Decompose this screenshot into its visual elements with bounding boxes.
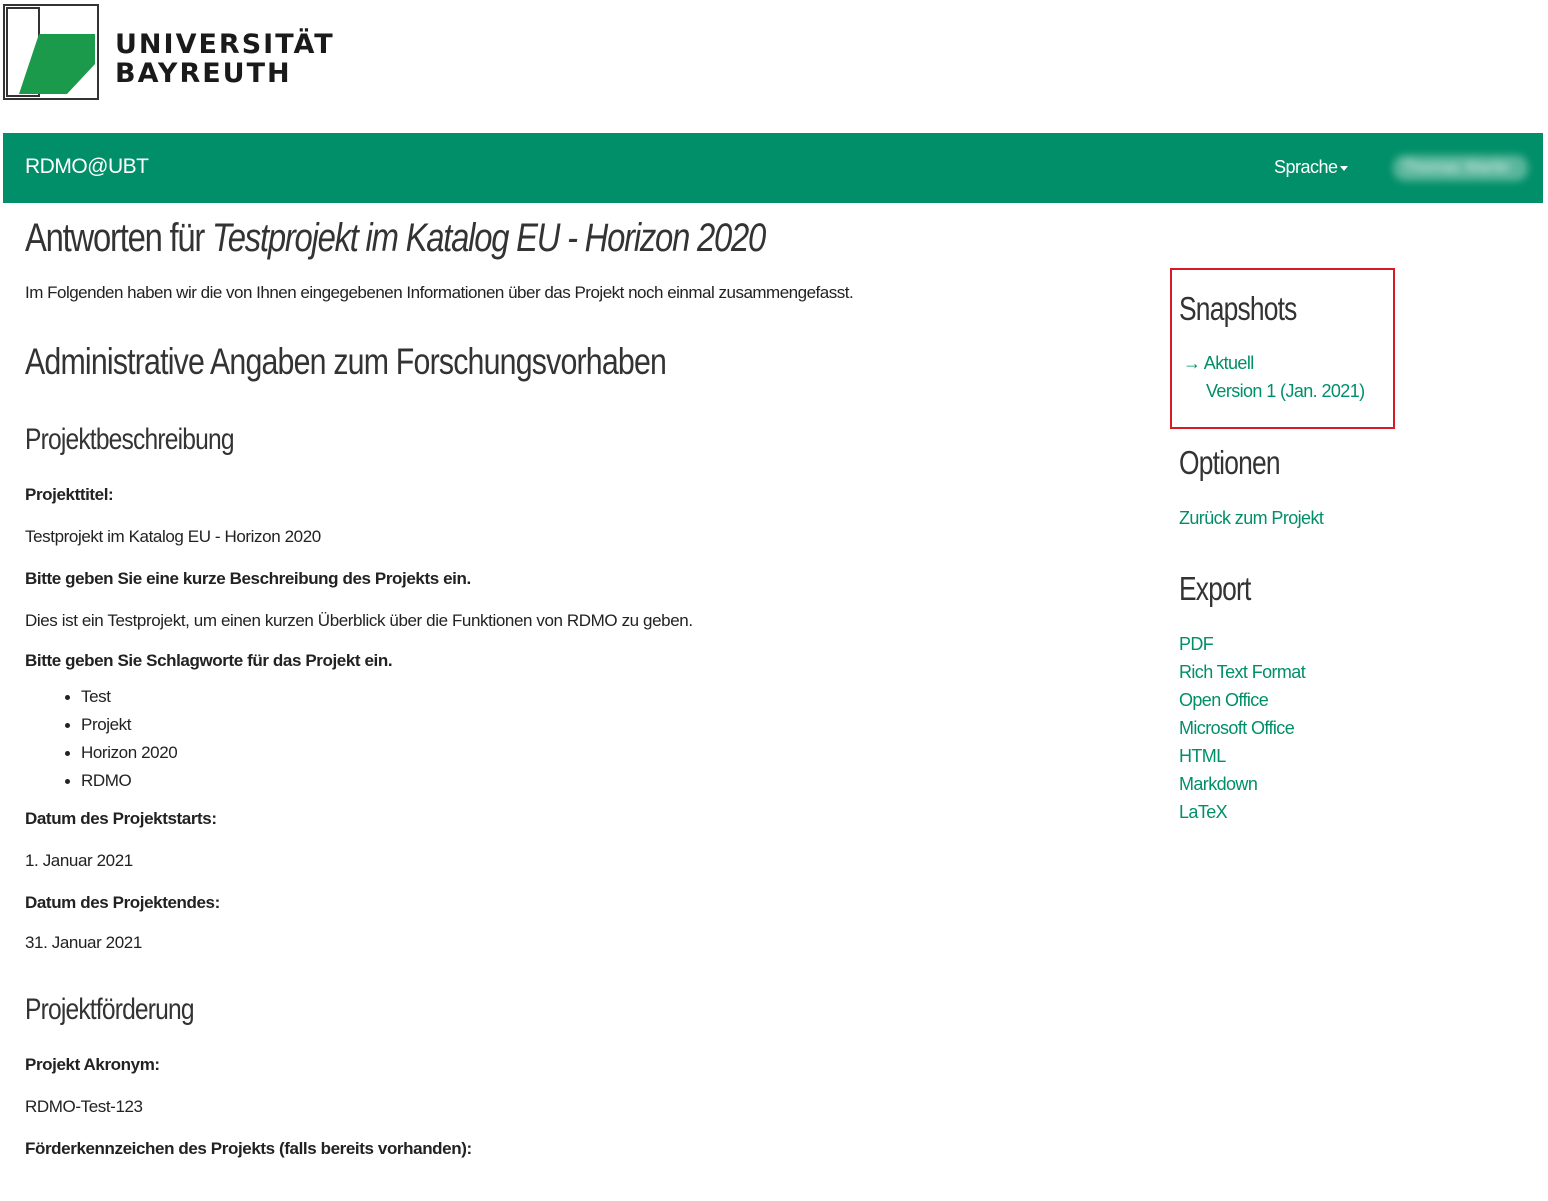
list-item: Projekt — [25, 711, 1125, 739]
logo-wordmark: UNIVERSITÄT BAYREUTH — [115, 30, 335, 88]
export-pdf-link[interactable]: PDF — [1179, 634, 1214, 655]
question-schlagworte: Bitte geben Sie Schlagworte für das Proj… — [25, 651, 393, 670]
caret-down-icon — [1339, 165, 1348, 171]
subsection-title-projektbeschreibung: Projektbeschreibung — [25, 423, 235, 456]
options-heading: Optionen — [1179, 444, 1281, 481]
answer-projekttitel: Testprojekt im Katalog EU - Horizon 2020 — [25, 527, 321, 546]
question-projektende: Datum des Projektendes: — [25, 893, 220, 912]
list-item: Horizon 2020 — [25, 739, 1125, 767]
top-navbar: RDMO@UBT Sprache Thomas Martin — [3, 133, 1543, 203]
snapshot-version1-link[interactable]: Version 1 (Jan. 2021) — [1206, 381, 1365, 402]
question-akronym: Projekt Akronym: — [25, 1055, 160, 1074]
language-label: Sprache — [1274, 157, 1338, 177]
section-title: Administrative Angaben zum Forschungsvor… — [25, 341, 667, 382]
answer-projektstart: 1. Januar 2021 — [25, 851, 133, 870]
page-title-prefix: Antworten für — [25, 216, 212, 260]
export-openoffice-link[interactable]: Open Office — [1179, 690, 1269, 711]
question-projektstart: Datum des Projektstarts: — [25, 809, 217, 828]
keyword-list: Test Projekt Horizon 2020 RDMO — [25, 683, 1125, 795]
user-menu-blurred[interactable]: Thomas Martin — [1393, 155, 1528, 181]
export-heading: Export — [1179, 570, 1251, 607]
answer-projektende: 31. Januar 2021 — [25, 933, 142, 952]
page-title: Antworten für Testprojekt im Katalog EU … — [25, 216, 927, 261]
export-html-link[interactable]: HTML — [1179, 746, 1226, 767]
subsection-title-projektfoerderung: Projektförderung — [25, 993, 195, 1026]
back-to-project-link[interactable]: Zurück zum Projekt — [1179, 508, 1324, 529]
language-dropdown[interactable]: Sprache — [1274, 157, 1348, 178]
snapshots-heading: Snapshots — [1179, 290, 1297, 327]
export-latex-link[interactable]: LaTeX — [1179, 802, 1228, 823]
export-markdown-link[interactable]: Markdown — [1179, 774, 1258, 795]
list-item: RDMO — [25, 767, 1125, 795]
intro-text: Im Folgenden haben wir die von Ihnen ein… — [25, 283, 854, 302]
export-rtf-link[interactable]: Rich Text Format — [1179, 662, 1306, 683]
question-foerderkennzeichen: Förderkennzeichen des Projekts (falls be… — [25, 1139, 472, 1158]
logo-mark-icon — [3, 4, 99, 100]
user-name: Thomas Martin — [1403, 159, 1510, 176]
question-projekttitel: Projekttitel: — [25, 485, 114, 504]
main-content: Antworten für Testprojekt im Katalog EU … — [25, 210, 1125, 1159]
answer-beschreibung: Dies ist ein Testprojekt, um einen kurze… — [25, 611, 693, 630]
list-item: Test — [25, 683, 1125, 711]
answer-akronym: RDMO-Test-123 — [25, 1097, 143, 1116]
page-title-project: Testprojekt im Katalog EU - Horizon 2020 — [211, 216, 766, 260]
logo-line-1: UNIVERSITÄT — [115, 29, 335, 60]
export-msoffice-link[interactable]: Microsoft Office — [1179, 718, 1295, 739]
snapshot-current-link[interactable]: → Aktuell — [1183, 353, 1254, 374]
navbar-brand-link[interactable]: RDMO@UBT — [25, 155, 149, 179]
logo-line-2: BAYREUTH — [115, 58, 292, 89]
university-logo: UNIVERSITÄT BAYREUTH — [3, 4, 333, 102]
question-beschreibung: Bitte geben Sie eine kurze Beschreibung … — [25, 569, 471, 588]
